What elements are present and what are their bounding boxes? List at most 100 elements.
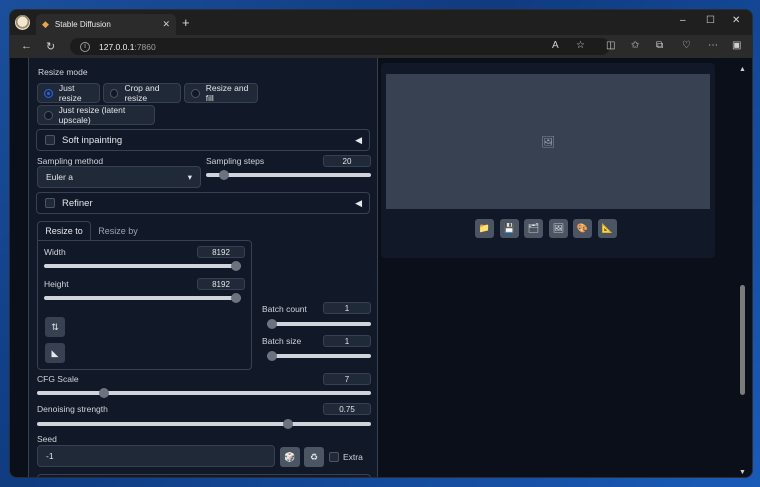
radio-just-resize[interactable]: Just resize bbox=[37, 83, 100, 103]
refiner-checkbox[interactable] bbox=[45, 198, 55, 208]
output-panel: 🖼 📁 💾 🗂 🖼 🎨 📐 bbox=[381, 63, 715, 258]
send-to-inpaint-button[interactable]: 🎨 bbox=[573, 219, 592, 238]
batch-size-input[interactable]: 1 bbox=[323, 335, 371, 347]
close-window-button[interactable]: ✕ bbox=[732, 15, 740, 26]
slider-thumb[interactable] bbox=[267, 351, 277, 361]
radio-label: Crop and resize bbox=[124, 83, 160, 103]
site-info-icon[interactable]: i bbox=[80, 41, 90, 52]
resize-mode-label: Resize mode bbox=[38, 67, 88, 77]
slider-thumb[interactable] bbox=[98, 388, 109, 398]
sidebar-toggle-icon[interactable]: ▣ bbox=[732, 40, 741, 51]
sampling-steps-slider[interactable] bbox=[206, 170, 371, 180]
seed-input[interactable]: -1 bbox=[37, 445, 275, 467]
favorites-icon[interactable]: ✩ bbox=[631, 40, 639, 51]
tab-title: Stable Diffusion bbox=[54, 20, 111, 29]
swap-dimensions-button[interactable]: ⇅ bbox=[45, 317, 65, 337]
seed-value: -1 bbox=[46, 451, 54, 461]
open-folder-button[interactable]: 📁 bbox=[475, 219, 494, 238]
read-aloud-icon[interactable]: A bbox=[552, 40, 559, 51]
radio-label: Resize and fill bbox=[205, 83, 249, 103]
random-seed-button[interactable]: 🎲 bbox=[280, 447, 300, 467]
width-input[interactable]: 8192 bbox=[197, 246, 245, 258]
seed-label: Seed bbox=[37, 434, 57, 444]
slider-thumb[interactable] bbox=[231, 261, 241, 271]
batch-size-slider[interactable] bbox=[267, 351, 371, 361]
cfg-scale-slider[interactable] bbox=[37, 388, 371, 398]
recycle-icon: ♻ bbox=[309, 451, 319, 462]
profile-avatar[interactable] bbox=[15, 15, 30, 30]
tab-close-icon[interactable]: ✕ bbox=[162, 19, 170, 30]
radio-just-resize-latent[interactable]: Just resize (latent upscale) bbox=[37, 105, 155, 125]
url-port: :7860 bbox=[134, 41, 156, 52]
tab-resize-by[interactable]: Resize by bbox=[93, 221, 143, 240]
soft-inpainting-accordion[interactable]: Soft inpainting ◀ bbox=[36, 129, 370, 151]
tab-resize-to[interactable]: Resize to bbox=[37, 221, 91, 240]
batch-size-label: Batch size bbox=[262, 336, 302, 346]
minimize-button[interactable]: – bbox=[680, 15, 686, 26]
collections-icon[interactable]: ⧉ bbox=[656, 40, 663, 51]
collapse-icon[interactable]: ◀ bbox=[355, 198, 362, 209]
browser-essentials-icon[interactable]: ♡ bbox=[682, 40, 691, 51]
soft-inpainting-checkbox[interactable] bbox=[45, 135, 55, 145]
chevron-down-icon: ▾ bbox=[187, 171, 192, 182]
swap-icon: ⇅ bbox=[51, 321, 59, 332]
next-section-edge bbox=[37, 474, 371, 477]
sampling-method-select[interactable]: Euler a ▾ bbox=[37, 166, 201, 188]
maximize-button[interactable]: ☐ bbox=[706, 15, 715, 26]
title-bar: ◆ Stable Diffusion ✕ + – ☐ ✕ bbox=[10, 10, 752, 35]
height-input[interactable]: 8192 bbox=[197, 278, 245, 290]
scroll-down-icon[interactable]: ▼ bbox=[739, 469, 746, 476]
tab-stable-diffusion[interactable]: ◆ Stable Diffusion ✕ bbox=[36, 14, 176, 35]
send-to-img2img-button[interactable]: 🖼 bbox=[549, 219, 568, 238]
slider-thumb[interactable] bbox=[267, 319, 277, 329]
collapse-icon[interactable]: ◀ bbox=[355, 135, 362, 146]
cfg-scale-input[interactable]: 7 bbox=[323, 373, 371, 385]
radio-resize-and-fill[interactable]: Resize and fill bbox=[184, 83, 258, 103]
split-screen-icon[interactable]: ◫ bbox=[606, 40, 615, 51]
refiner-accordion[interactable]: Refiner ◀ bbox=[36, 192, 370, 214]
cfg-scale-label: CFG Scale bbox=[37, 374, 79, 384]
denoising-strength-input[interactable]: 0.75 bbox=[323, 403, 371, 415]
reuse-seed-button[interactable]: ♻ bbox=[304, 447, 324, 467]
scrollbar-thumb[interactable] bbox=[740, 285, 745, 395]
resize-to-panel bbox=[37, 240, 252, 370]
sampling-method-label: Sampling method bbox=[37, 156, 104, 166]
denoising-strength-slider[interactable] bbox=[37, 419, 371, 429]
zip-button[interactable]: 🗂 bbox=[524, 219, 543, 238]
page-scrollbar[interactable]: ▲ ▼ bbox=[739, 66, 746, 476]
back-icon[interactable]: ← bbox=[21, 40, 32, 52]
output-image-area[interactable]: 🖼 bbox=[386, 74, 710, 209]
slider-thumb[interactable] bbox=[219, 170, 230, 180]
height-slider[interactable] bbox=[44, 293, 241, 303]
slider-thumb[interactable] bbox=[231, 293, 241, 303]
slider-thumb[interactable] bbox=[282, 419, 293, 429]
radio-dot bbox=[110, 88, 119, 98]
batch-count-label: Batch count bbox=[262, 304, 307, 314]
radio-dot bbox=[44, 88, 53, 98]
image-placeholder-icon: 🖼 bbox=[541, 136, 555, 148]
refiner-label: Refiner bbox=[62, 197, 93, 209]
sampling-steps-input[interactable]: 20 bbox=[323, 155, 371, 167]
new-tab-button[interactable]: + bbox=[182, 15, 190, 30]
reload-icon[interactable]: ↻ bbox=[46, 40, 55, 53]
denoising-strength-label: Denoising strength bbox=[37, 404, 108, 414]
extra-label: Extra bbox=[343, 452, 363, 462]
radio-label: Just resize (latent upscale) bbox=[58, 105, 126, 125]
url-field[interactable]: i 127.0.0.1 :7860 bbox=[70, 38, 610, 55]
page-content: Resize mode Just resize Crop and resize … bbox=[10, 58, 752, 477]
ruler-icon: ◣ bbox=[51, 347, 59, 358]
scroll-up-icon[interactable]: ▲ bbox=[739, 66, 746, 73]
sampling-method-value: Euler a bbox=[46, 172, 73, 182]
width-slider[interactable] bbox=[44, 261, 241, 271]
send-to-extras-button[interactable]: 📐 bbox=[598, 219, 617, 238]
save-button[interactable]: 💾 bbox=[500, 219, 519, 238]
batch-count-slider[interactable] bbox=[267, 319, 371, 329]
radio-crop-and-resize[interactable]: Crop and resize bbox=[103, 83, 181, 103]
favorite-star-icon[interactable]: ☆ bbox=[576, 40, 585, 51]
settings-panel: Resize mode Just resize Crop and resize … bbox=[28, 58, 378, 477]
aspect-ratio-button[interactable]: ◣ bbox=[45, 343, 65, 363]
more-menu-icon[interactable]: ⋯ bbox=[708, 40, 718, 51]
address-bar: ← ↻ i 127.0.0.1 :7860 A ☆ ◫ ✩ ⧉ ♡ ⋯ ▣ bbox=[10, 35, 752, 58]
batch-count-input[interactable]: 1 bbox=[323, 302, 371, 314]
extra-checkbox[interactable] bbox=[329, 452, 339, 462]
